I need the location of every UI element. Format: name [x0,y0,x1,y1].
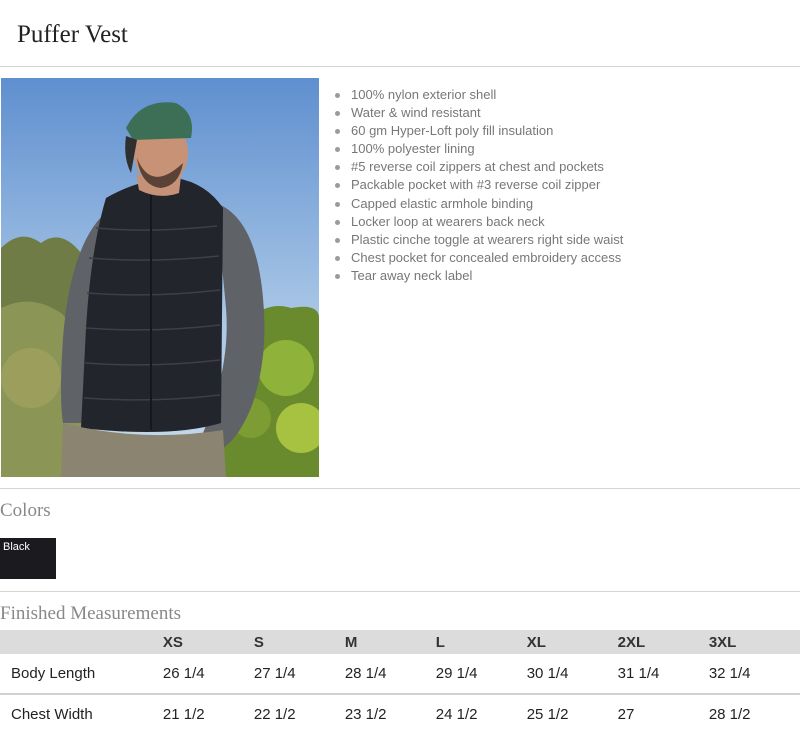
divider [0,488,800,489]
table-cell: 30 1/4 [526,654,618,695]
table-header-cell: 3XL [708,630,800,654]
table-cell: 23 1/2 [344,706,387,723]
product-photo [1,78,319,477]
table-cell: 31 1/4 [617,654,709,695]
table-cell: 21 1/2 [162,706,205,723]
colors-heading: Colors [0,500,51,521]
table-cell: 22 1/2 [253,706,296,723]
measurements-heading: Finished Measurements [0,603,182,624]
swatch-label: Black [3,541,30,553]
color-swatch-black[interactable]: Black [0,538,56,579]
divider [0,66,800,67]
table-cell: 32 1/4 [708,654,800,695]
table-row: Body Length 26 1/4 27 1/4 28 1/4 29 1/4 … [0,654,800,695]
row-label: Chest Width [11,706,93,723]
row-label: Body Length [0,654,163,695]
table-header-cell: 2XL [617,630,709,654]
table-cell: 29 1/4 [435,654,527,695]
table-header-cell [0,630,163,654]
feature-list: 100% nylon exterior shell Water & wind r… [334,86,623,285]
table-cell: 25 1/2 [526,706,569,723]
list-item: Packable pocket with #3 reverse coil zip… [334,176,623,194]
table-header-cell: M [344,630,436,654]
list-item: 100% polyester lining [334,140,623,158]
list-item: Tear away neck label [334,267,623,285]
table-header-cell: XL [526,630,618,654]
list-item: Capped elastic armhole binding [334,195,623,213]
table-header-cell: XS [162,630,254,654]
table-cell: 27 1/4 [253,654,345,695]
table-cell: 24 1/2 [435,706,478,723]
table-row: Chest Width 21 1/2 22 1/2 23 1/2 24 1/2 … [0,694,800,734]
table-cell: 28 1/2 [708,706,751,723]
table-cell: 26 1/4 [162,654,254,695]
page-title: Puffer Vest [17,21,128,48]
table-header-cell: S [253,630,345,654]
list-item: Chest pocket for concealed embroidery ac… [334,249,623,267]
table-cell: 28 1/4 [344,654,436,695]
table-cell: 27 [617,706,635,723]
list-item: #5 reverse coil zippers at chest and poc… [334,158,623,176]
list-item: Water & wind resistant [334,104,623,122]
divider [0,591,800,592]
table-header-row: XS S M L XL 2XL 3XL [0,630,800,654]
table-header-cell: L [435,630,527,654]
list-item: Plastic cinche toggle at wearers right s… [334,231,623,249]
list-item: 100% nylon exterior shell [334,86,623,104]
list-item: 60 gm Hyper-Loft poly fill insulation [334,122,623,140]
list-item: Locker loop at wearers back neck [334,213,623,231]
measurements-table: XS S M L XL 2XL 3XL Body Length 26 1/4 2… [0,630,800,734]
